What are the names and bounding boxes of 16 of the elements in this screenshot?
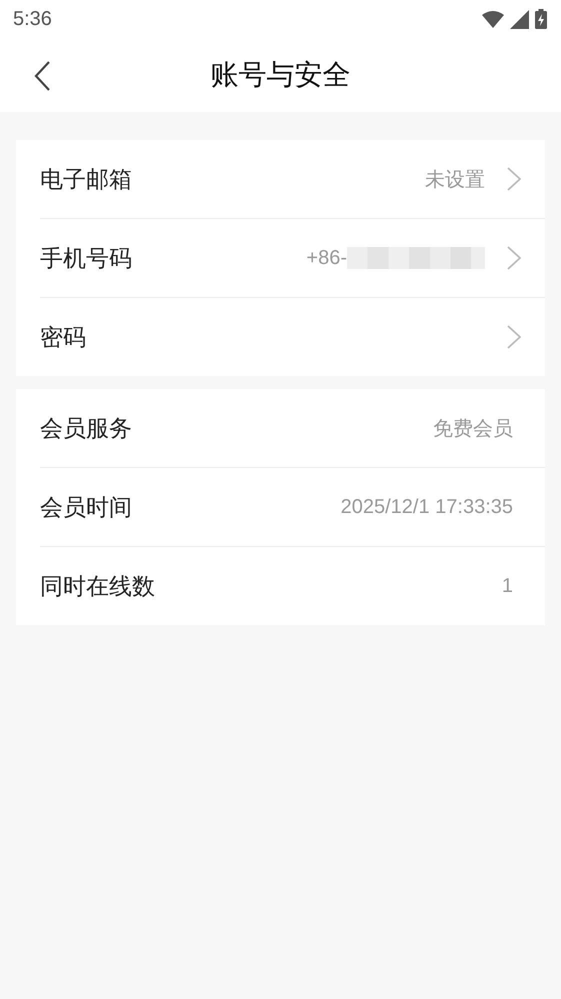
row-value: 未设置 xyxy=(425,168,485,192)
row-label: 会员服务 xyxy=(40,414,132,444)
row-label: 密码 xyxy=(40,324,86,352)
page-title: 账号与安全 xyxy=(210,57,350,93)
row-label: 会员时间 xyxy=(40,494,132,522)
wifi-icon xyxy=(482,10,504,28)
battery-icon xyxy=(535,9,547,29)
row-value: 免费会员 xyxy=(433,416,513,442)
row-value: 2025/12/1 17:33:35 xyxy=(340,496,513,518)
row-label: 同时在线数 xyxy=(40,572,155,602)
row-label: 手机号码 xyxy=(40,244,132,274)
row-value: 1 xyxy=(502,574,513,598)
signal-icon xyxy=(510,10,529,28)
row-label: 电子邮箱 xyxy=(40,166,132,194)
row-value: +86- xyxy=(306,246,347,270)
status-time: 5:36 xyxy=(13,8,52,30)
